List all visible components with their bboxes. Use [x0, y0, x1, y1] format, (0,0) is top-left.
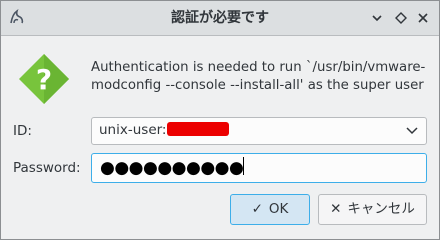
cancel-label: キャンセル — [347, 201, 415, 217]
password-label: Password: — [13, 160, 81, 176]
password-field[interactable]: ●●●●●●●●●● — [91, 153, 427, 183]
question-icon: ? — [19, 54, 69, 104]
titlebar[interactable]: 認証が必要です — [1, 1, 439, 36]
svg-text:?: ? — [36, 63, 52, 96]
close-button[interactable] — [415, 10, 431, 26]
id-label: ID: — [13, 123, 32, 139]
auth-dialog: 認証が必要です ? Authentication is needed to ru… — [0, 0, 440, 240]
minimize-button[interactable] — [369, 10, 385, 26]
close-icon: ✕ — [330, 201, 342, 217]
cancel-button[interactable]: ✕ キャンセル — [318, 194, 427, 225]
id-combobox[interactable]: unix-user: — [91, 117, 427, 145]
redaction-bar — [167, 122, 230, 136]
chevron-down-icon — [406, 127, 418, 135]
checkmark-icon: ✓ — [251, 201, 263, 217]
password-value: ●●●●●●●●●● — [100, 157, 245, 178]
id-value: unix-user: — [99, 122, 230, 138]
auth-message: Authentication is needed to run `/usr/bi… — [91, 60, 426, 93]
maximize-button[interactable] — [393, 10, 409, 26]
ok-button[interactable]: ✓ OK — [230, 194, 310, 225]
text-cursor — [243, 157, 245, 175]
ok-label: OK — [268, 201, 289, 217]
